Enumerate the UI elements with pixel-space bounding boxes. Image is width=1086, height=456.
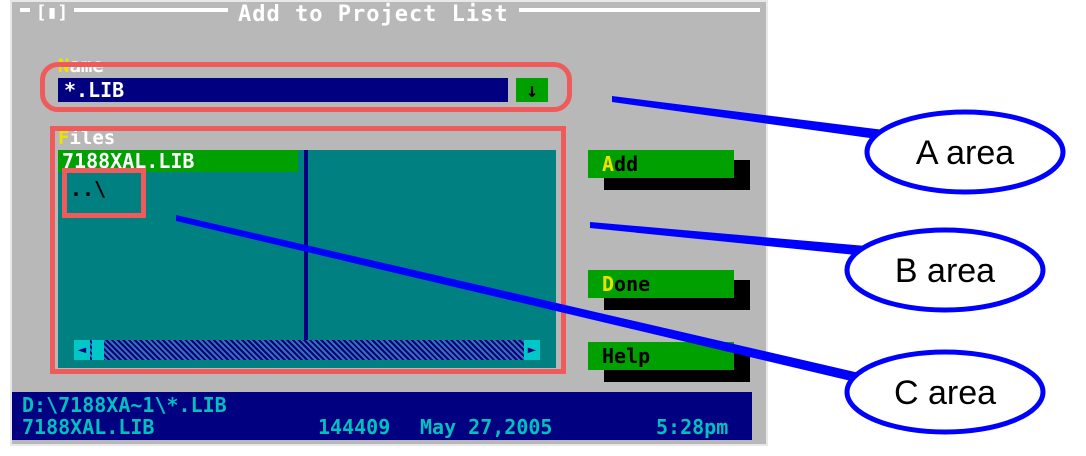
callout-pointer-b: [590, 222, 866, 256]
callout-label-b: B area: [895, 252, 995, 290]
callout-label-a: A area: [916, 134, 1014, 172]
callout-overlay: A area B area C area: [176, 96, 1066, 435]
callout-label-c: C area: [894, 374, 996, 412]
callout-pointer-a: [612, 96, 884, 140]
